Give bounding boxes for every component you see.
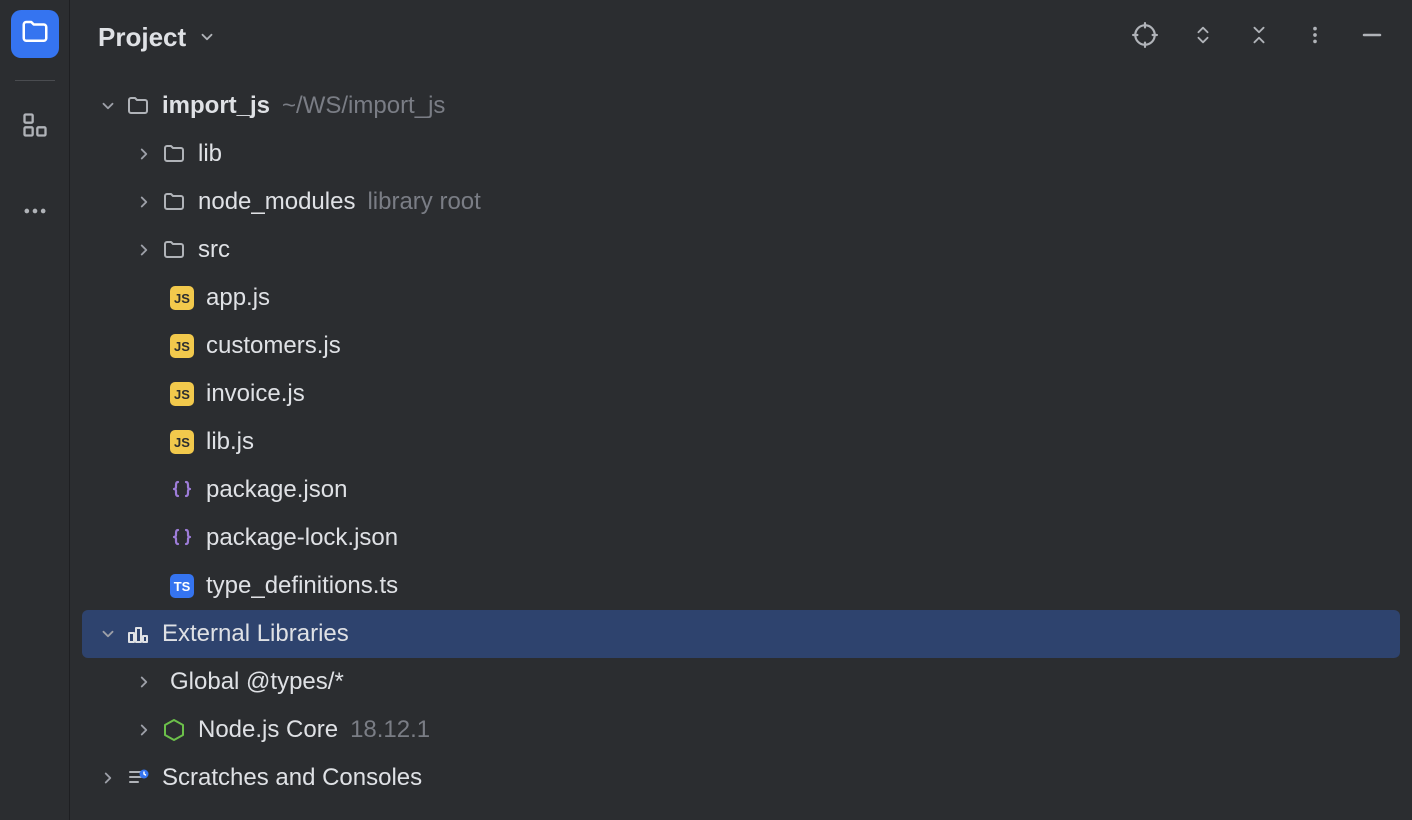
project-tool-button[interactable] xyxy=(11,10,59,58)
folder-icon xyxy=(122,94,154,118)
project-tree[interactable]: import_js ~/WS/import_js lib node_module… xyxy=(70,74,1412,802)
node-path: ~/WS/import_js xyxy=(282,92,445,120)
collapse-all-button[interactable] xyxy=(1248,22,1270,53)
select-opened-file-button[interactable] xyxy=(1132,22,1158,53)
chevrons-vertical-icon xyxy=(1192,22,1214,53)
folder-icon xyxy=(158,142,190,166)
node-label: app.js xyxy=(206,284,270,312)
structure-icon xyxy=(21,111,49,144)
chevron-down-icon xyxy=(198,22,216,53)
tree-node-external-libraries[interactable]: External Libraries xyxy=(82,610,1400,658)
chevron-right-icon[interactable] xyxy=(130,241,158,259)
node-label: import_js xyxy=(162,92,270,120)
node-label: package-lock.json xyxy=(206,524,398,552)
tree-node-folder-lib[interactable]: lib xyxy=(70,130,1412,178)
node-label: invoice.js xyxy=(206,380,305,408)
tree-node-file-package-json[interactable]: package.json xyxy=(70,466,1412,514)
chevron-down-icon[interactable] xyxy=(94,625,122,643)
more-horizontal-icon xyxy=(21,197,49,230)
node-label: lib.js xyxy=(206,428,254,456)
scratches-icon xyxy=(122,766,154,790)
chevron-right-icon[interactable] xyxy=(130,145,158,163)
tree-node-nodejs-core[interactable]: Node.js Core 18.12.1 xyxy=(70,706,1412,754)
toolbar-title-label: Project xyxy=(98,22,186,53)
toolbar-actions xyxy=(1132,22,1402,53)
chevron-right-icon[interactable] xyxy=(94,769,122,787)
node-label: Scratches and Consoles xyxy=(162,764,422,792)
target-icon xyxy=(1132,22,1158,53)
project-toolbar: Project xyxy=(70,0,1412,74)
tree-node-file-lib-js[interactable]: JS lib.js xyxy=(70,418,1412,466)
nodejs-icon xyxy=(158,718,190,742)
minimize-icon xyxy=(1360,23,1384,52)
options-button[interactable] xyxy=(1304,22,1326,53)
tree-node-file-type-definitions-ts[interactable]: TS type_definitions.ts xyxy=(70,562,1412,610)
tree-node-file-app-js[interactable]: JS app.js xyxy=(70,274,1412,322)
json-file-icon xyxy=(166,526,198,550)
node-label: type_definitions.ts xyxy=(206,572,398,600)
tree-node-folder-node-modules[interactable]: node_modules library root xyxy=(70,178,1412,226)
js-file-icon: JS xyxy=(166,430,198,454)
js-file-icon: JS xyxy=(166,334,198,358)
chevron-right-icon[interactable] xyxy=(130,673,158,691)
node-label: package.json xyxy=(206,476,347,504)
chevrons-collapse-icon xyxy=(1248,22,1270,53)
folder-icon xyxy=(20,17,50,52)
more-vertical-icon xyxy=(1304,22,1326,53)
structure-tool-button[interactable] xyxy=(11,103,59,151)
project-panel: Project xyxy=(70,0,1412,820)
node-label: customers.js xyxy=(206,332,341,360)
tree-node-global-types[interactable]: Global @types/* xyxy=(70,658,1412,706)
project-view-selector[interactable]: Project xyxy=(98,22,216,53)
tree-node-file-invoice-js[interactable]: JS invoice.js xyxy=(70,370,1412,418)
tree-node-folder-src[interactable]: src xyxy=(70,226,1412,274)
node-label: External Libraries xyxy=(162,620,349,648)
tree-node-file-customers-js[interactable]: JS customers.js xyxy=(70,322,1412,370)
rail-divider xyxy=(15,80,55,81)
node-label: src xyxy=(198,236,230,264)
chevron-right-icon[interactable] xyxy=(130,721,158,739)
node-label: node_modules xyxy=(198,188,355,216)
folder-icon xyxy=(158,238,190,262)
node-hint: library root xyxy=(367,188,480,216)
chevron-down-icon[interactable] xyxy=(94,97,122,115)
js-file-icon: JS xyxy=(166,382,198,406)
library-icon xyxy=(122,622,154,646)
js-file-icon: JS xyxy=(166,286,198,310)
node-version: 18.12.1 xyxy=(350,716,430,744)
chevron-right-icon[interactable] xyxy=(130,193,158,211)
ts-file-icon: TS xyxy=(166,574,198,598)
node-label: Global @types/* xyxy=(170,668,344,696)
tree-node-file-package-lock-json[interactable]: package-lock.json xyxy=(70,514,1412,562)
node-label: Node.js Core xyxy=(198,716,338,744)
tree-node-project-root[interactable]: import_js ~/WS/import_js xyxy=(70,82,1412,130)
hide-panel-button[interactable] xyxy=(1360,23,1384,52)
json-file-icon xyxy=(166,478,198,502)
expand-collapse-button[interactable] xyxy=(1192,22,1214,53)
folder-icon xyxy=(158,190,190,214)
more-tools-button[interactable] xyxy=(11,189,59,237)
tool-window-rail xyxy=(0,0,70,820)
node-label: lib xyxy=(198,140,222,168)
tree-node-scratches[interactable]: Scratches and Consoles xyxy=(70,754,1412,802)
